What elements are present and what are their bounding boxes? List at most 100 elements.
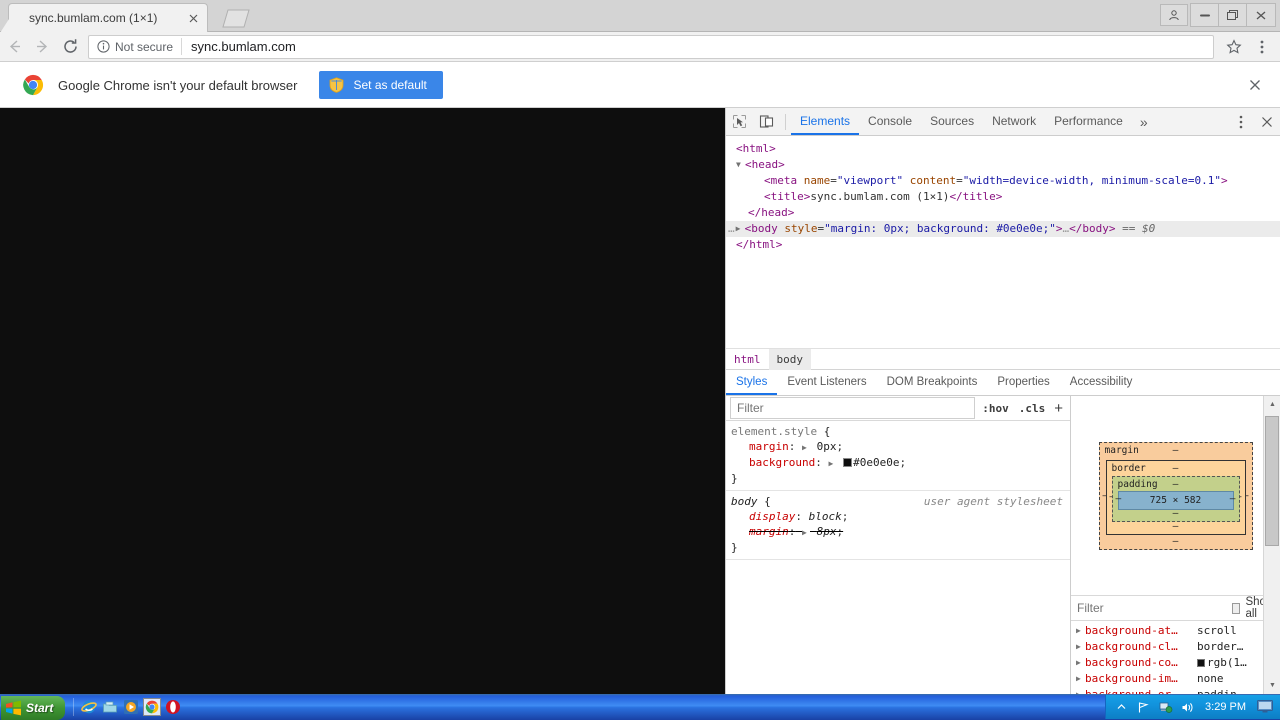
expand-triangle-icon[interactable]: ▶ — [802, 525, 810, 540]
show-desktop-icon[interactable] — [1256, 699, 1274, 715]
profile-icon[interactable] — [1160, 4, 1188, 26]
new-tab-button[interactable] — [216, 7, 254, 29]
computed-property-row[interactable]: ▶ background-or… paddin… — [1071, 687, 1262, 694]
tab-styles[interactable]: Styles — [726, 370, 778, 395]
volume-icon[interactable] — [1180, 700, 1195, 715]
expand-triangle-icon[interactable]: ▶ — [1076, 671, 1085, 687]
dom-node-head-close[interactable]: </head> — [726, 205, 1280, 221]
page-viewport[interactable] — [0, 108, 725, 694]
media-player-icon[interactable] — [122, 698, 140, 716]
computed-filter-input[interactable] — [1077, 597, 1232, 619]
expand-triangle-icon[interactable]: ▶ — [828, 456, 836, 471]
new-style-rule-button[interactable]: + — [1050, 400, 1070, 417]
tab-close-icon[interactable] — [184, 9, 202, 27]
tab-event-listeners[interactable]: Event Listeners — [777, 370, 876, 395]
devtools-tab-elements[interactable]: Elements — [791, 108, 860, 135]
box-model-margin[interactable]: margin – – – – border – – – – padding — [1098, 441, 1253, 550]
border-bottom-value[interactable]: – — [1107, 521, 1245, 532]
dom-node-title[interactable]: <title>sync.bumlam.com (1×1)</title> — [726, 189, 1280, 205]
dom-node-meta[interactable]: <meta name="viewport" content="width=dev… — [726, 173, 1280, 189]
border-top-value[interactable]: – — [1107, 463, 1245, 474]
expand-triangle-icon[interactable]: ▶ — [802, 440, 810, 455]
expand-triangle-icon[interactable]: ▶ — [1076, 687, 1085, 694]
dom-node-html-close[interactable]: </html> — [726, 237, 1280, 253]
tab-properties[interactable]: Properties — [987, 370, 1059, 395]
browser-tab[interactable]: sync.bumlam.com (1×1) — [0, 3, 208, 33]
style-rule-body-ua[interactable]: user agent stylesheet body { display: bl… — [726, 491, 1070, 560]
devtools-tab-performance[interactable]: Performance — [1045, 108, 1132, 135]
styles-pane: :hov .cls + element.style { margin: ▶ 0p… — [726, 396, 1071, 694]
infobar-close-icon[interactable] — [1242, 72, 1268, 98]
internet-explorer-icon[interactable] — [80, 698, 98, 716]
security-indicator[interactable]: Not secure — [93, 38, 183, 55]
padding-top-value[interactable]: – — [1113, 479, 1239, 490]
star-icon[interactable] — [1220, 34, 1248, 60]
computed-scrollbar[interactable]: ▲ ▼ — [1263, 396, 1280, 694]
devtools-more-tabs-icon[interactable]: » — [1132, 114, 1156, 130]
device-toolbar-icon[interactable] — [753, 109, 780, 135]
opera-icon[interactable] — [164, 698, 182, 716]
computed-property-row[interactable]: ▶ background-im… none — [1071, 671, 1262, 687]
breadcrumb-item-body[interactable]: body — [768, 348, 811, 370]
declaration-property: margin — [749, 525, 789, 538]
box-model-padding[interactable]: padding – – – – 725 × 582 — [1111, 475, 1240, 522]
maximize-icon[interactable] — [1219, 4, 1247, 26]
forward-arrow-icon[interactable] — [28, 33, 56, 61]
expand-triangle-icon[interactable]: ▶ — [1076, 639, 1085, 655]
scroll-down-icon[interactable]: ▼ — [1264, 677, 1280, 694]
address-bar[interactable]: Not secure sync.bumlam.com — [88, 34, 1214, 59]
computed-property-row[interactable]: ▶ background-at… scroll — [1071, 623, 1262, 639]
computed-property-row[interactable]: ▶ background-cl… border… — [1071, 639, 1262, 655]
dom-node-head[interactable]: ▼ <head> — [726, 157, 1280, 173]
scrollbar-thumb[interactable] — [1265, 416, 1279, 546]
rule-selector[interactable]: body — [731, 495, 758, 508]
dom-node-body[interactable]: …▶ <body style="margin: 0px; background: … — [726, 221, 1280, 237]
back-arrow-icon[interactable] — [0, 33, 28, 61]
network-icon[interactable] — [1158, 700, 1173, 715]
devtools-tab-console[interactable]: Console — [859, 108, 921, 135]
margin-top-value[interactable]: – — [1100, 445, 1252, 456]
class-toggle-button[interactable]: .cls — [1014, 402, 1051, 415]
color-swatch[interactable] — [843, 458, 853, 467]
expand-triangle-icon[interactable]: ▶ — [1076, 623, 1085, 639]
start-button[interactable]: Start — [1, 695, 66, 720]
devtools-tab-network[interactable]: Network — [983, 108, 1045, 135]
devtools-menu-icon[interactable] — [1228, 109, 1254, 135]
padding-right-value[interactable]: – — [1230, 493, 1236, 504]
color-swatch[interactable] — [1197, 659, 1205, 667]
scroll-up-icon[interactable]: ▲ — [1264, 396, 1280, 413]
clock[interactable]: 3:29 PM — [1202, 701, 1249, 713]
declaration-background[interactable]: background: ▶ #0e0e0e; — [731, 455, 1070, 471]
declaration-margin-overridden[interactable]: margin: ▶ 8px; — [731, 524, 1070, 540]
three-dot-menu-icon[interactable] — [1248, 34, 1276, 60]
tab-accessibility[interactable]: Accessibility — [1060, 370, 1143, 395]
chrome-icon[interactable] — [143, 698, 162, 716]
hover-state-button[interactable]: :hov — [977, 402, 1014, 415]
window-close-icon[interactable] — [1247, 4, 1275, 26]
devtools-close-icon[interactable] — [1254, 109, 1280, 135]
dom-tree[interactable]: <html> ▼ <head> <meta name="viewport" con… — [726, 136, 1280, 348]
box-model-border[interactable]: border – – – – padding – – – – 72 — [1105, 459, 1246, 535]
dom-node-html-open[interactable]: <html> — [726, 141, 1280, 157]
breadcrumb-item-html[interactable]: html — [726, 349, 769, 370]
show-all-checkbox[interactable] — [1232, 602, 1241, 614]
padding-left-value[interactable]: – — [1116, 493, 1122, 504]
style-rule-element-style[interactable]: element.style { margin: ▶ 0px; backgroun… — [726, 421, 1070, 491]
devtools-tab-sources[interactable]: Sources — [921, 108, 983, 135]
expand-triangle-icon[interactable]: ▶ — [1076, 655, 1085, 671]
inspect-element-icon[interactable] — [726, 109, 753, 135]
minimize-icon[interactable] — [1191, 4, 1219, 26]
reload-icon[interactable] — [56, 33, 84, 61]
tab-dom-breakpoints[interactable]: DOM Breakpoints — [877, 370, 988, 395]
rule-selector[interactable]: element.style — [731, 425, 817, 438]
padding-bottom-value[interactable]: – — [1113, 508, 1239, 519]
styles-filter-input[interactable] — [730, 397, 976, 419]
set-as-default-button[interactable]: Set as default — [319, 71, 443, 99]
declaration-margin[interactable]: margin: ▶ 0px; — [731, 439, 1070, 455]
margin-bottom-value[interactable]: – — [1100, 536, 1252, 547]
computed-property-row[interactable]: ▶ background-co… rgb(1… — [1071, 655, 1262, 671]
security-flag-icon[interactable] — [1136, 700, 1151, 715]
file-explorer-icon[interactable] — [101, 698, 119, 716]
declaration-display[interactable]: display: block; — [731, 509, 1070, 524]
tray-expand-icon[interactable] — [1114, 700, 1129, 715]
